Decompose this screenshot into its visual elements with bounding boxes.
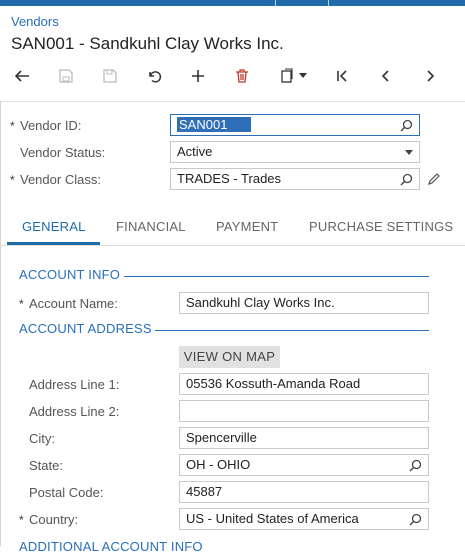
tab-purchase-settings[interactable]: PURCHASE SETTINGS — [309, 211, 453, 245]
vendor-id-field[interactable]: SAN001 — [170, 114, 420, 136]
search-icon[interactable] — [409, 459, 422, 472]
country-label: Country: — [29, 512, 79, 527]
address-line2-field[interactable] — [179, 400, 429, 422]
required-marker: * — [19, 513, 24, 527]
vendor-id-label: Vendor ID: — [20, 118, 82, 133]
state-label: State: — [29, 458, 63, 473]
next-record-button[interactable] — [417, 62, 443, 90]
save-icon — [103, 69, 117, 83]
delete-icon — [236, 69, 248, 83]
account-name-field[interactable]: Sandkuhl Clay Works Inc. — [179, 292, 429, 314]
previous-record-icon — [381, 70, 389, 82]
vendor-class-field[interactable]: TRADES - Trades — [170, 168, 420, 190]
save-close-icon — [59, 69, 73, 83]
left-border — [0, 101, 1, 546]
country-field[interactable]: US - United States of America — [179, 508, 429, 530]
top-accent-bar — [0, 0, 465, 6]
required-marker: * — [19, 297, 24, 311]
account-name-label: Account Name: — [29, 296, 118, 311]
save-button[interactable] — [97, 62, 123, 90]
undo-icon — [149, 71, 162, 83]
vendor-status-label: Vendor Status: — [20, 145, 106, 160]
top-bar-divider — [275, 0, 276, 6]
edit-pencil-icon[interactable] — [427, 172, 441, 186]
vendor-id-value: SAN001 — [177, 117, 230, 132]
account-info-heading: ACCOUNT INFO — [19, 267, 121, 282]
first-record-button[interactable] — [329, 62, 355, 90]
search-icon[interactable] — [400, 173, 413, 186]
search-icon[interactable] — [400, 119, 413, 132]
city-label: City: — [29, 431, 55, 446]
section-divider — [155, 330, 429, 331]
account-address-heading: ACCOUNT ADDRESS — [19, 321, 152, 336]
tabs-divider — [0, 245, 465, 246]
postal-code-value: 45887 — [186, 484, 223, 499]
add-button[interactable] — [185, 62, 211, 90]
undo-button[interactable] — [141, 62, 167, 90]
view-on-map-button[interactable]: VIEW ON MAP — [179, 346, 280, 368]
address-line2-label: Address Line 2: — [29, 404, 120, 419]
vendor-class-value: TRADES - Trades — [177, 171, 282, 186]
required-marker: * — [10, 119, 15, 133]
required-marker: * — [10, 173, 15, 187]
copy-paste-icon — [281, 68, 293, 83]
state-field[interactable]: OH - OHIO — [179, 454, 429, 476]
header-divider — [0, 101, 465, 102]
city-value: Spencerville — [186, 430, 257, 445]
account-name-value: Sandkuhl Clay Works Inc. — [186, 295, 335, 310]
previous-record-button[interactable] — [373, 62, 399, 90]
section-divider — [124, 276, 429, 277]
state-value: OH - OHIO — [186, 457, 251, 472]
city-field[interactable]: Spencerville — [179, 427, 429, 449]
address-line1-field[interactable]: 05536 Kossuth-Amanda Road — [179, 373, 429, 395]
tab-payment[interactable]: PAYMENT — [216, 211, 278, 245]
back-button[interactable] — [9, 62, 35, 90]
copy-paste-button[interactable] — [273, 62, 313, 90]
first-record-icon — [337, 70, 347, 82]
vendor-status-value: Active — [177, 144, 213, 159]
vendor-id-selection-pad — [229, 117, 252, 132]
country-value: US - United States of America — [186, 511, 359, 526]
tab-bar: GENERAL FINANCIAL PAYMENT PURCHASE SETTI… — [0, 211, 465, 245]
chevron-down-icon — [405, 150, 413, 155]
postal-code-field[interactable]: 45887 — [179, 481, 429, 503]
back-icon — [14, 70, 29, 82]
postal-code-label: Postal Code: — [29, 485, 104, 500]
tab-general[interactable]: GENERAL — [22, 211, 86, 245]
address-line1-label: Address Line 1: — [29, 377, 120, 392]
chevron-down-icon — [299, 73, 307, 78]
search-icon[interactable] — [409, 513, 422, 526]
top-bar-divider — [328, 0, 329, 6]
save-close-button[interactable] — [53, 62, 79, 90]
next-record-icon — [427, 70, 435, 82]
add-icon — [192, 70, 204, 82]
vendor-class-label: Vendor Class: — [20, 172, 101, 187]
vendor-status-select[interactable]: Active — [170, 141, 420, 163]
breadcrumb-vendors[interactable]: Vendors — [11, 14, 59, 29]
toolbar — [0, 62, 465, 90]
additional-account-info-heading: ADDITIONAL ACCOUNT INFO — [19, 539, 203, 554]
page-title: SAN001 - Sandkuhl Clay Works Inc. — [11, 34, 284, 53]
address-line1-value: 05536 Kossuth-Amanda Road — [186, 376, 361, 391]
delete-button[interactable] — [229, 62, 255, 90]
tab-financial[interactable]: FINANCIAL — [116, 211, 186, 245]
